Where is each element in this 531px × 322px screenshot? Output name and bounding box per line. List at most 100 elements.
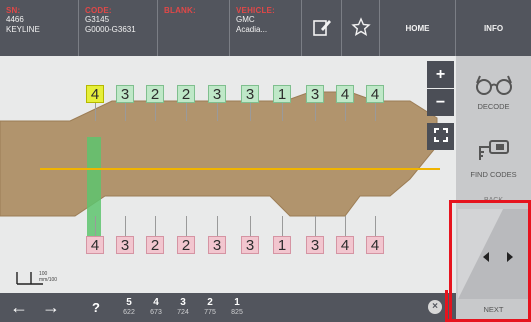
code-value-2: G0000-G3631 [85,25,136,34]
depth-cell[interactable]: 1 825 [225,293,249,322]
top-cut-6[interactable]: 3 [241,85,259,103]
top-cut-3[interactable]: 2 [146,85,164,103]
bottom-tick [250,216,251,236]
blank-label: BLANK: [164,6,196,15]
blank-cell: BLANK: [158,0,230,56]
scale-unit: mm/100 [39,277,58,283]
top-cut-1[interactable]: 4 [86,85,104,103]
info-button[interactable]: INFO [456,0,531,56]
favorite-button[interactable] [342,0,380,56]
bottom-cut-7[interactable]: 1 [273,236,291,254]
key-icon [474,138,514,166]
code-label: CODE: [85,6,112,15]
next-arrow-button[interactable]: → [38,293,64,322]
edit-icon [312,17,332,39]
bottom-cut-5[interactable]: 3 [208,236,226,254]
bottom-tick [282,216,283,236]
depth-value: 2 [207,297,213,308]
highlight-frame-inner [449,200,531,322]
expand-icon [433,128,448,145]
top-tick [250,103,251,121]
depth-cell[interactable]: 3 724 [171,293,195,322]
top-tick [282,103,283,121]
bottom-tick [95,216,96,236]
top-cut-2[interactable]: 3 [116,85,134,103]
top-tick [345,103,346,121]
fit-view-button[interactable] [427,123,454,150]
zoom-in-button[interactable]: + [427,61,454,88]
depth-value: 3 [180,297,186,308]
top-tick [375,103,376,121]
serial-cell: SN: 4466 KEYLINE [0,0,79,56]
bottom-tick [217,216,218,236]
bottom-tick [125,216,126,236]
sn-label: SN: [6,6,21,15]
bottom-cut-2[interactable]: 3 [116,236,134,254]
bottom-cut-8[interactable]: 3 [306,236,324,254]
bottom-tick [345,216,346,236]
depth-cell[interactable]: 5 622 [117,293,141,322]
decode-label: DECODE [477,101,510,111]
bottom-cut-1[interactable]: 4 [86,236,104,254]
prev-arrow-button[interactable]: ← [6,293,32,322]
top-cut-5[interactable]: 3 [208,85,226,103]
depth-value: 5 [126,297,132,308]
bottom-tick [315,216,316,236]
key-cut-screen: SN: 4466 KEYLINE CODE: G3145 G0000-G3631… [0,0,531,322]
bottom-cut-3[interactable]: 2 [146,236,164,254]
bottom-tick [155,216,156,236]
top-tick [217,103,218,121]
depth-value: 1 [234,297,240,308]
depth-cell[interactable]: 4 673 [144,293,168,322]
arrow-left-icon: ← [10,297,28,317]
vehicle-value-1: GMC [236,15,255,24]
help-label: ? [92,299,100,315]
arrow-right-icon: → [42,297,60,317]
vehicle-label: VEHICLE: [236,6,275,15]
depth-cell[interactable]: 2 775 [198,293,222,322]
vehicle-cell: VEHICLE: GMC Acadia... [230,0,302,56]
decode-button[interactable]: DECODE [456,64,531,120]
top-cut-4[interactable]: 2 [177,85,195,103]
find-codes-button[interactable]: FIND CODES [456,130,531,186]
depth-position: 622 [123,309,135,316]
find-codes-label: FIND CODES [470,169,517,179]
selected-cut-marker [87,137,101,249]
sn-value-2: KEYLINE [6,25,40,34]
top-tick [155,103,156,121]
top-info-bar: SN: 4466 KEYLINE CODE: G3145 G0000-G3631… [0,0,531,56]
bottom-cut-4[interactable]: 2 [177,236,195,254]
bottom-tick [375,216,376,236]
zoom-out-button[interactable]: − [427,89,454,116]
depth-position: 724 [177,309,189,316]
bottom-cut-9[interactable]: 4 [336,236,354,254]
depth-position: 775 [204,309,216,316]
close-icon: × [432,301,438,312]
top-cut-7[interactable]: 1 [273,85,291,103]
top-tick [125,103,126,121]
top-cut-10[interactable]: 4 [366,85,384,103]
depth-value: 4 [153,297,159,308]
sn-value-1: 4466 [6,15,24,24]
glasses-icon [474,74,514,98]
clear-button[interactable]: × [428,300,442,314]
code-cell: CODE: G3145 G0000-G3631 [79,0,158,56]
key-profile-canvas [0,91,440,249]
top-tick [186,103,187,121]
top-tick [315,103,316,121]
star-icon [350,17,371,39]
top-tick [95,103,96,121]
edit-button[interactable] [302,0,342,56]
help-button[interactable]: ? [86,293,106,322]
top-cut-9[interactable]: 4 [336,85,354,103]
depth-position: 673 [150,309,162,316]
bottom-cut-10[interactable]: 4 [366,236,384,254]
code-value-1: G3145 [85,15,110,24]
scale-bar: 100 mm/100 [15,270,95,288]
home-button[interactable]: HOME [380,0,456,56]
top-cut-8[interactable]: 3 [306,85,324,103]
depth-position: 825 [231,309,243,316]
vehicle-value-2: Acadia... [236,25,268,34]
bottom-cut-6[interactable]: 3 [241,236,259,254]
key-blade-shape [0,91,438,217]
